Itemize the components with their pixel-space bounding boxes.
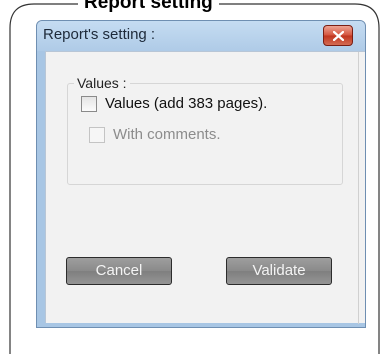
values-group-box: Values : Values (add 383 pages). With co… (67, 75, 343, 185)
frame-title: Report setting (78, 0, 219, 14)
client-divider (358, 52, 359, 324)
values-checkbox-label: Values (add 383 pages). (105, 95, 268, 112)
with-comments-checkbox (89, 126, 105, 143)
dialog-titlebar[interactable]: Report's setting : (37, 21, 365, 51)
validate-button[interactable]: Validate (226, 257, 332, 285)
dialog-title: Report's setting : (43, 26, 156, 43)
values-group-legend: Values : (74, 75, 130, 91)
close-button[interactable] (323, 25, 353, 46)
values-option[interactable]: Values (add 383 pages). (81, 95, 267, 112)
values-checkbox[interactable] (81, 95, 97, 112)
close-icon (333, 31, 344, 41)
cancel-button[interactable]: Cancel (66, 257, 172, 285)
with-comments-option: With comments. (89, 126, 221, 143)
with-comments-checkbox-label: With comments. (113, 126, 221, 143)
screenshot-stage: Report setting Report's setting : Values… (0, 0, 387, 354)
